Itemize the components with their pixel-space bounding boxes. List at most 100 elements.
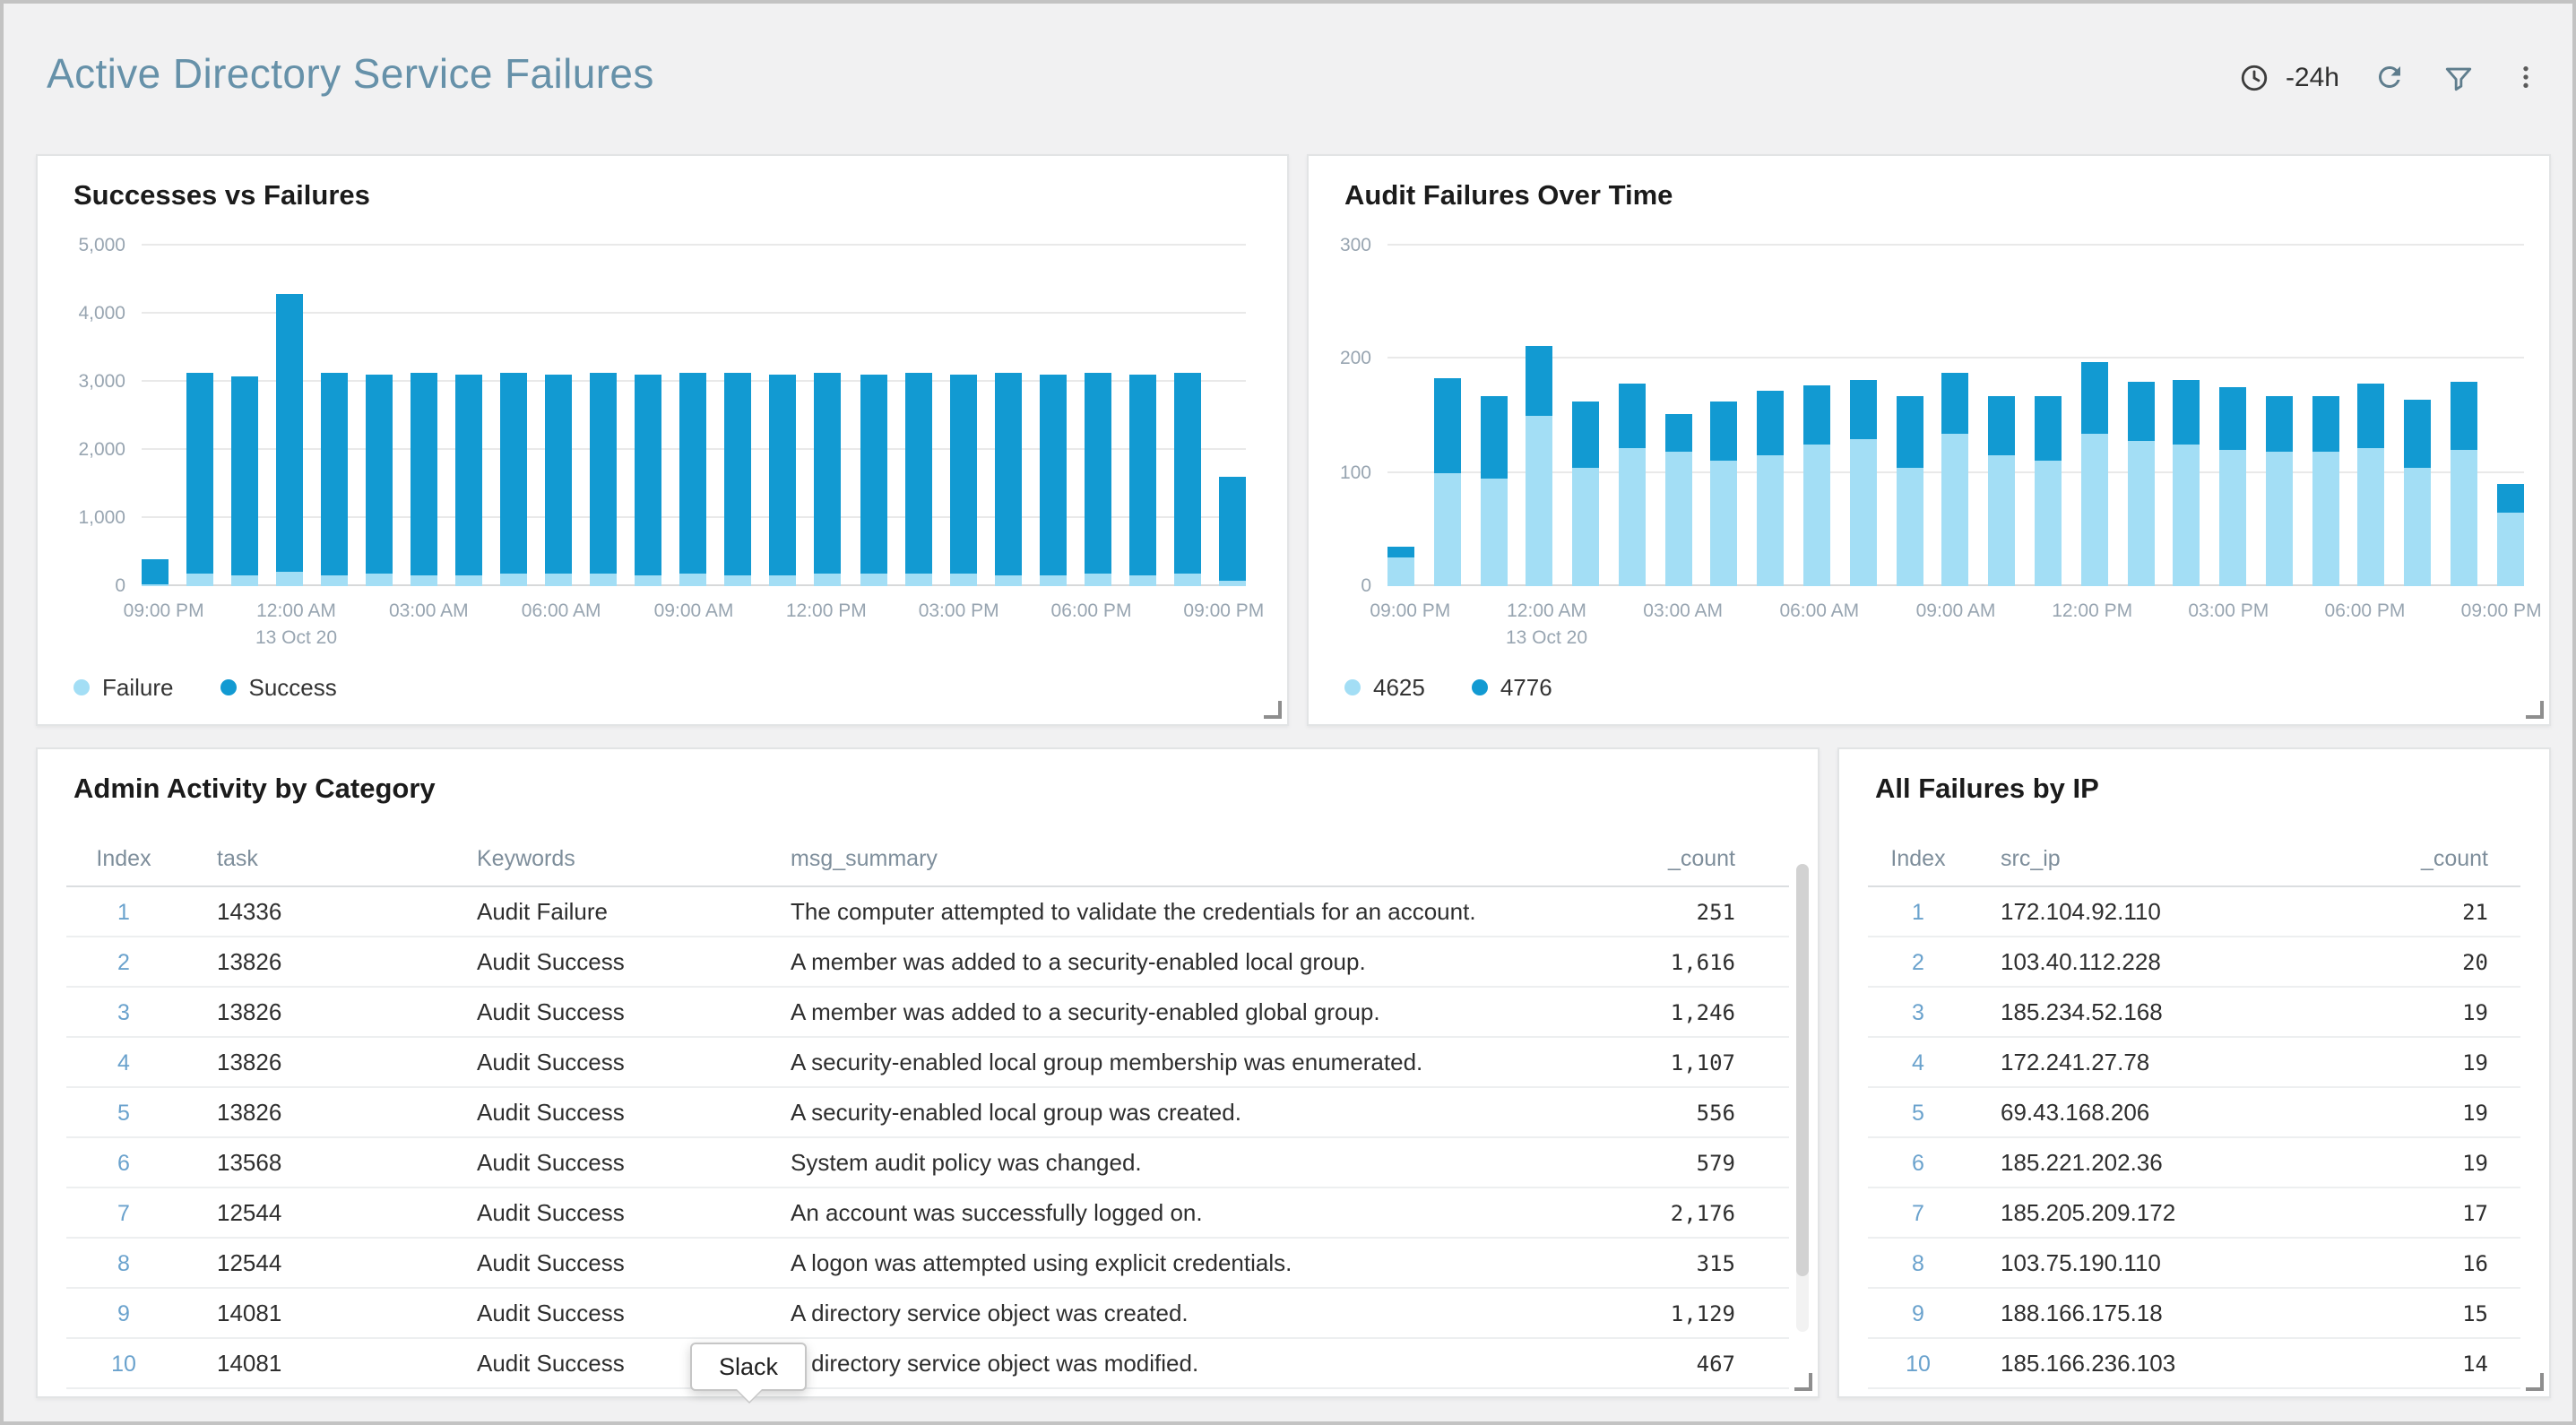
table-row[interactable]: 569.43.168.20619 [1868, 1088, 2520, 1138]
stacked-bar[interactable] [1942, 246, 1969, 586]
stacked-bar[interactable] [680, 246, 707, 586]
legend-item-failure[interactable]: Failure [73, 674, 174, 701]
column-header-msg_summary[interactable]: msg_summary [791, 846, 1520, 871]
scrollbar-thumb[interactable] [1796, 864, 1809, 1275]
legend-item-4776[interactable]: 4776 [1472, 674, 1552, 701]
stacked-bar[interactable] [591, 246, 618, 586]
table-row[interactable]: 3185.234.52.16819 [1868, 988, 2520, 1038]
stacked-bar[interactable] [2035, 246, 2062, 586]
stacked-bar[interactable] [2358, 246, 2385, 586]
stacked-bar[interactable] [1480, 246, 1507, 586]
filter-icon[interactable] [2440, 59, 2476, 95]
table-header-row: Index task Keywords msg_summary _count [66, 832, 1789, 887]
table-row[interactable]: 1172.104.92.11021 [1868, 887, 2520, 937]
table-row[interactable]: 914081Audit SuccessA directory service o… [66, 1289, 1789, 1339]
stacked-bar[interactable] [455, 246, 482, 586]
stacked-bar[interactable] [904, 246, 931, 586]
stacked-bar[interactable] [1988, 246, 2015, 586]
stacked-bar[interactable] [1572, 246, 1599, 586]
table-row[interactable]: 9188.166.175.1815 [1868, 1289, 2520, 1339]
panel-admin-activity: Admin Activity by Category IndextaskKeyw… [36, 747, 1820, 1398]
stacked-bar[interactable] [2497, 246, 2524, 586]
column-header-_count[interactable]: _count [1556, 846, 1735, 871]
legend-item-success[interactable]: Success [220, 674, 337, 701]
bar-segment [680, 574, 707, 586]
table-row[interactable]: 513826Audit SuccessA security-enabled lo… [66, 1088, 1789, 1138]
tooltip-text: Slack [719, 1353, 778, 1380]
cell-keywords: Audit Success [477, 998, 755, 1025]
stacked-bar[interactable] [1711, 246, 1738, 586]
stacked-bar[interactable] [2312, 246, 2338, 586]
legend-item-4625[interactable]: 4625 [1344, 674, 1425, 701]
stacked-bar[interactable] [1173, 246, 1200, 586]
stacked-bar[interactable] [1803, 246, 1830, 586]
stacked-bar[interactable] [1387, 246, 1414, 586]
stacked-bar[interactable] [2127, 246, 2154, 586]
column-header-index[interactable]: Index [66, 846, 181, 871]
stacked-bar[interactable] [994, 246, 1021, 586]
stacked-bar[interactable] [411, 246, 437, 586]
stacked-bar[interactable] [1128, 246, 1155, 586]
table-row[interactable]: 1014081Audit SuccessA directory service … [66, 1339, 1789, 1389]
bar-segment [1039, 375, 1066, 575]
column-header-src_ip[interactable]: src_ip [2001, 846, 2305, 871]
table-row[interactable]: 10185.166.236.10314 [1868, 1339, 2520, 1389]
table-row[interactable]: 4172.241.27.7819 [1868, 1038, 2520, 1088]
table-row[interactable]: 313826Audit SuccessA member was added to… [66, 988, 1789, 1038]
stacked-bar[interactable] [366, 246, 393, 586]
stacked-bar[interactable] [2219, 246, 2246, 586]
column-header-index[interactable]: Index [1868, 846, 1968, 871]
panel-resize-handle[interactable] [2526, 1373, 2544, 1391]
table-row[interactable]: 8103.75.190.11016 [1868, 1239, 2520, 1289]
stacked-bar[interactable] [860, 246, 886, 586]
column-header-task[interactable]: task [217, 846, 441, 871]
stacked-bar[interactable] [1526, 246, 1553, 586]
column-header-keywords[interactable]: Keywords [477, 846, 755, 871]
stacked-bar[interactable] [142, 246, 169, 586]
stacked-bar[interactable] [1084, 246, 1111, 586]
panel-resize-handle[interactable] [1794, 1373, 1812, 1391]
stacked-bar[interactable] [635, 246, 662, 586]
stacked-bar[interactable] [725, 246, 752, 586]
stacked-bar[interactable] [1039, 246, 1066, 586]
stacked-bar[interactable] [276, 246, 303, 586]
table-row[interactable]: 613568Audit SuccessSystem audit policy w… [66, 1138, 1789, 1188]
table-row[interactable]: 6185.221.202.3619 [1868, 1138, 2520, 1188]
stacked-bar[interactable] [2266, 246, 2293, 586]
stacked-bar[interactable] [321, 246, 348, 586]
table-row[interactable]: 712544Audit SuccessAn account was succes… [66, 1188, 1789, 1239]
panel-resize-handle[interactable] [2526, 701, 2544, 719]
table-row[interactable]: 1114081Audit SuccessA directory service … [66, 1389, 1789, 1396]
stacked-bar[interactable] [1664, 246, 1691, 586]
stacked-bar[interactable] [1219, 246, 1246, 586]
stacked-bar[interactable] [1896, 246, 1923, 586]
refresh-icon[interactable] [2372, 59, 2407, 95]
time-range-button[interactable]: -24h [2237, 59, 2339, 95]
bar-segment [1711, 462, 1738, 586]
stacked-bar[interactable] [2174, 246, 2200, 586]
stacked-bar[interactable] [1434, 246, 1461, 586]
table-row[interactable]: 213826Audit SuccessA member was added to… [66, 937, 1789, 988]
stacked-bar[interactable] [186, 246, 213, 586]
stacked-bar[interactable] [2404, 246, 2431, 586]
stacked-bar[interactable] [2451, 246, 2477, 586]
column-header-_count[interactable]: _count [2338, 846, 2488, 871]
table-row[interactable]: 413826Audit SuccessA security-enabled lo… [66, 1038, 1789, 1088]
stacked-bar[interactable] [949, 246, 976, 586]
stacked-bar[interactable] [2080, 246, 2107, 586]
stacked-bar[interactable] [231, 246, 258, 586]
table-row[interactable]: 114336Audit FailureThe computer attempte… [66, 887, 1789, 937]
stacked-bar[interactable] [770, 246, 797, 586]
stacked-bar[interactable] [1619, 246, 1646, 586]
table-row[interactable]: 7185.205.209.17217 [1868, 1188, 2520, 1239]
kebab-menu-icon[interactable] [2508, 59, 2544, 95]
table-row[interactable]: 2103.40.112.22820 [1868, 937, 2520, 988]
table-row[interactable]: 812544Audit SuccessA logon was attempted… [66, 1239, 1789, 1289]
stacked-bar[interactable] [1850, 246, 1877, 586]
stacked-bar[interactable] [546, 246, 573, 586]
stacked-bar[interactable] [501, 246, 528, 586]
panel-resize-handle[interactable] [1264, 701, 1282, 719]
x-axis-tick: 03:00 AM [1643, 599, 1723, 626]
stacked-bar[interactable] [815, 246, 842, 586]
stacked-bar[interactable] [1758, 246, 1785, 586]
